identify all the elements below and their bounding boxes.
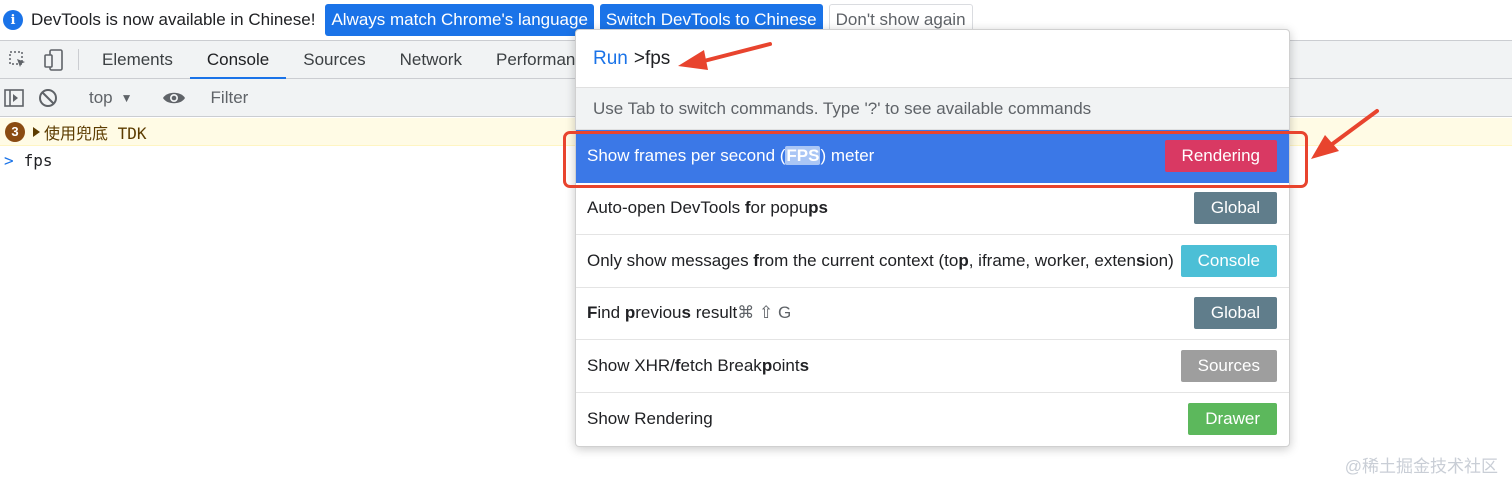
- filter-input[interactable]: Filter: [211, 88, 249, 108]
- inspect-element-icon[interactable]: [0, 41, 36, 78]
- dropdown-arrow-icon: ▼: [120, 90, 133, 105]
- command-category-badge: Global: [1193, 297, 1277, 330]
- command-item-label: Show Rendering: [587, 408, 713, 428]
- match-language-button[interactable]: Always match Chrome's language: [325, 4, 594, 36]
- tab-sources[interactable]: Sources: [286, 41, 382, 78]
- command-item-label: Show XHR/fetch Breakpoints: [587, 355, 810, 375]
- command-item-label: Auto-open DevTools for popups: [587, 198, 829, 218]
- command-category-badge: Global: [1193, 192, 1277, 225]
- console-input-text: fps: [23, 150, 53, 170]
- command-item-label: Show frames per second (FPS) meter: [587, 145, 875, 165]
- annotation-arrow-icon: [678, 42, 772, 70]
- command-category-badge: Console: [1180, 244, 1277, 277]
- context-label: top: [89, 87, 113, 107]
- tab-elements[interactable]: Elements: [85, 41, 190, 78]
- annotation-arrow-icon: [1311, 109, 1379, 159]
- command-menu-hint: Use Tab to switch commands. Type '?' to …: [576, 88, 1289, 130]
- infobar-message: DevTools is now available in Chinese!: [31, 10, 316, 29]
- command-category-badge: Sources: [1180, 349, 1277, 382]
- info-icon: i: [3, 10, 23, 30]
- prompt-chevron-icon: >: [4, 150, 14, 170]
- command-item-show-xhr-fetch-breakpoints[interactable]: Show XHR/fetch Breakpoints Sources: [576, 340, 1289, 393]
- command-category-badge: Rendering: [1164, 139, 1277, 172]
- console-prompt-row[interactable]: > fps: [0, 148, 53, 172]
- tab-network[interactable]: Network: [383, 41, 479, 78]
- command-query: >fps: [633, 47, 671, 69]
- watermark: @稀土掘金技术社区: [1344, 457, 1498, 476]
- command-category-badge: Drawer: [1188, 402, 1277, 435]
- shortcut-keys: ⌘ ⇧ G: [737, 303, 792, 323]
- command-item-label: Find previous result⌘ ⇧ G: [587, 303, 792, 323]
- toolbar-divider: [78, 49, 79, 70]
- command-menu: Run >fps Use Tab to switch commands. Typ…: [575, 29, 1290, 447]
- command-item-show-fps-meter[interactable]: Show frames per second (FPS) meter Rende…: [576, 130, 1289, 183]
- command-item-only-show-messages-current-context[interactable]: Only show messages from the current cont…: [576, 235, 1289, 288]
- sidebar-toggle-icon[interactable]: [0, 88, 28, 107]
- warning-count-badge: 3: [5, 121, 25, 142]
- clear-console-icon[interactable]: [28, 88, 68, 108]
- tab-console[interactable]: Console: [189, 41, 287, 79]
- command-item-show-rendering[interactable]: Show Rendering Drawer: [576, 393, 1289, 446]
- command-item-auto-open-devtools[interactable]: Auto-open DevTools for popups Global: [576, 183, 1289, 235]
- expand-triangle-icon[interactable]: [33, 126, 40, 137]
- context-selector[interactable]: top ▼: [81, 88, 141, 108]
- device-toolbar-icon[interactable]: [36, 41, 72, 78]
- command-item-find-previous-result[interactable]: Find previous result⌘ ⇧ G Global: [576, 288, 1289, 340]
- live-expression-eye-icon[interactable]: [154, 90, 194, 106]
- run-prefix: Run: [593, 47, 628, 69]
- warning-message: 使用兜底 TDK: [44, 123, 147, 143]
- command-item-label: Only show messages from the current cont…: [587, 250, 1174, 270]
